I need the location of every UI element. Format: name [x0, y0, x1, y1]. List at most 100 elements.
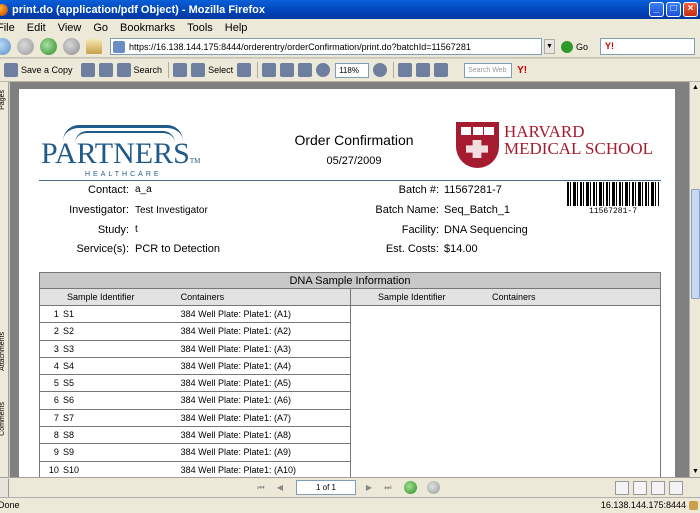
services-value: PCR to Detection	[135, 243, 220, 255]
fit-width-icon[interactable]	[298, 63, 313, 77]
page-indicator-input[interactable]: 1 of 1	[296, 480, 356, 495]
menu-go[interactable]: Go	[93, 22, 108, 34]
container-value: 384 Well Plate: Plate1: (A1)	[180, 309, 291, 319]
search-engine-box[interactable]: Y!	[600, 38, 696, 55]
harvard-shield-icon	[456, 122, 499, 168]
table-row: 5 S5 384 Well Plate: Plate1: (A5)	[40, 375, 350, 393]
zoom-out-icon[interactable]	[316, 63, 331, 77]
table-row: 10 S10 384 Well Plate: Plate1: (A10)	[40, 462, 350, 477]
tab-comments[interactable]: Comments	[0, 402, 9, 436]
facing-view-icon[interactable]	[651, 480, 665, 495]
url-dropdown-icon[interactable]: ▼	[544, 39, 555, 54]
previous-page-icon[interactable]: ◀	[274, 482, 286, 494]
sample-identifier: S5	[62, 378, 74, 389]
est-costs-label: Est. Costs:	[385, 243, 439, 255]
save-copy-button[interactable]: Save a Copy	[21, 65, 73, 75]
search-web-input[interactable]: Search Web	[464, 62, 513, 78]
single-page-view-icon[interactable]	[615, 480, 629, 495]
continuous-view-icon[interactable]	[633, 480, 647, 495]
vertical-scrollbar[interactable]: ▲ ▼	[689, 82, 700, 477]
forward-icon[interactable]	[17, 38, 34, 55]
panel-toggle[interactable]	[0, 478, 9, 497]
zoom-in-icon[interactable]	[373, 63, 388, 77]
hand-tool-icon[interactable]	[173, 63, 188, 77]
study-label: Study:	[97, 224, 129, 236]
menu-edit[interactable]: Edit	[27, 22, 46, 34]
next-page-icon[interactable]: ▶	[363, 482, 375, 494]
scroll-thumb[interactable]	[691, 189, 700, 299]
select-text-icon[interactable]	[191, 63, 206, 77]
harvard-logo-text: HARVARD MEDICAL SCHOOL	[504, 123, 653, 157]
table-row: 4 S4 384 Well Plate: Plate1: (A4)	[40, 358, 350, 376]
lock-icon[interactable]	[689, 501, 698, 510]
save-copy-icon[interactable]	[4, 63, 18, 77]
harvard-logo-line2: MEDICAL SCHOOL	[504, 139, 654, 158]
facility-value: DNA Sequencing	[444, 224, 528, 236]
menu-tools[interactable]: Tools	[187, 22, 213, 34]
select-button[interactable]: Select	[208, 65, 233, 75]
scroll-down-icon[interactable]: ▼	[690, 466, 700, 477]
back-icon[interactable]	[0, 38, 11, 55]
table-row: 2 S2 384 Well Plate: Plate1: (A2)	[40, 323, 350, 341]
page-view-icon[interactable]	[434, 63, 449, 77]
barcode	[567, 182, 659, 206]
rotate-icon[interactable]	[416, 63, 431, 77]
menu-bookmarks[interactable]: Bookmarks	[120, 22, 175, 34]
minimize-button[interactable]: _	[649, 2, 664, 17]
zoom-level-input[interactable]: 118%	[335, 62, 370, 78]
menu-view[interactable]: View	[58, 22, 82, 34]
menu-bar: File Edit View Go Bookmarks Tools Help	[0, 19, 700, 36]
toolbar-divider	[393, 62, 395, 78]
binoculars-icon[interactable]	[116, 63, 131, 77]
menu-file[interactable]: File	[0, 22, 15, 34]
first-page-icon[interactable]: ⏮	[255, 482, 267, 494]
page-options-icon[interactable]	[398, 63, 413, 77]
sample-identifier: S3	[62, 343, 74, 354]
reload-icon[interactable]	[40, 38, 57, 55]
container-value: 384 Well Plate: Plate1: (A10)	[180, 464, 297, 475]
search-button[interactable]: Search	[134, 65, 163, 75]
previous-view-icon[interactable]	[404, 481, 417, 494]
continuous-facing-view-icon[interactable]	[669, 480, 683, 495]
table-row: 8 S8 384 Well Plate: Plate1: (A8)	[40, 427, 350, 445]
est-costs-value: $14.00	[444, 243, 478, 255]
scroll-up-icon[interactable]: ▲	[690, 82, 700, 93]
row-number: 9	[53, 447, 59, 458]
zoom-icon[interactable]	[262, 63, 277, 77]
print-icon[interactable]	[80, 63, 95, 77]
tab-attachments[interactable]: Attachments	[0, 332, 9, 371]
menu-help[interactable]: Help	[225, 22, 248, 34]
row-number: 1	[53, 309, 59, 319]
stop-icon[interactable]	[63, 38, 80, 55]
container-value: 384 Well Plate: Plate1: (A9)	[180, 447, 291, 458]
next-view-icon[interactable]	[427, 481, 440, 494]
go-button[interactable]: Go	[561, 40, 588, 53]
facility-label: Facility:	[401, 224, 439, 236]
email-icon[interactable]	[98, 63, 113, 77]
table-left-column: 1 S1 384 Well Plate: Plate1: (A1) 2 S2 384 We…	[40, 306, 351, 477]
column-header: Sample Identifier	[378, 292, 446, 302]
close-button[interactable]: ×	[683, 2, 698, 17]
home-icon[interactable]	[86, 39, 102, 54]
row-number: 7	[53, 412, 59, 423]
table-row: 6 S6 384 Well Plate: Plate1: (A6)	[40, 392, 350, 410]
shield-book	[484, 127, 494, 135]
tab-pages[interactable]: Pages	[0, 90, 9, 110]
url-text: https://16.138.144.175:8444/orderentry/o…	[129, 41, 471, 52]
snapshot-icon[interactable]	[237, 63, 252, 77]
study-value: t	[135, 224, 138, 235]
maximize-button[interactable]: □	[666, 2, 681, 17]
shield-cross	[466, 140, 488, 158]
investigator-value: Test Investigator	[135, 205, 208, 216]
fit-page-icon[interactable]	[280, 63, 295, 77]
sample-identifier: S7	[62, 412, 74, 423]
status-text: Done	[0, 500, 20, 510]
container-value: 384 Well Plate: Plate1: (A7)	[180, 412, 291, 423]
last-page-icon[interactable]: ⏭	[382, 482, 394, 494]
url-bar[interactable]: https://16.138.144.175:8444/orderentry/o…	[110, 38, 542, 55]
pdf-viewport[interactable]: PARTNERSTM HEALTHCARE Order Confirmation…	[10, 82, 689, 477]
contact-label: Contact:	[88, 184, 129, 196]
row-number: 4	[53, 360, 59, 371]
sample-identifier: S10	[62, 464, 79, 475]
yahoo-icon[interactable]: Y!	[517, 65, 527, 76]
